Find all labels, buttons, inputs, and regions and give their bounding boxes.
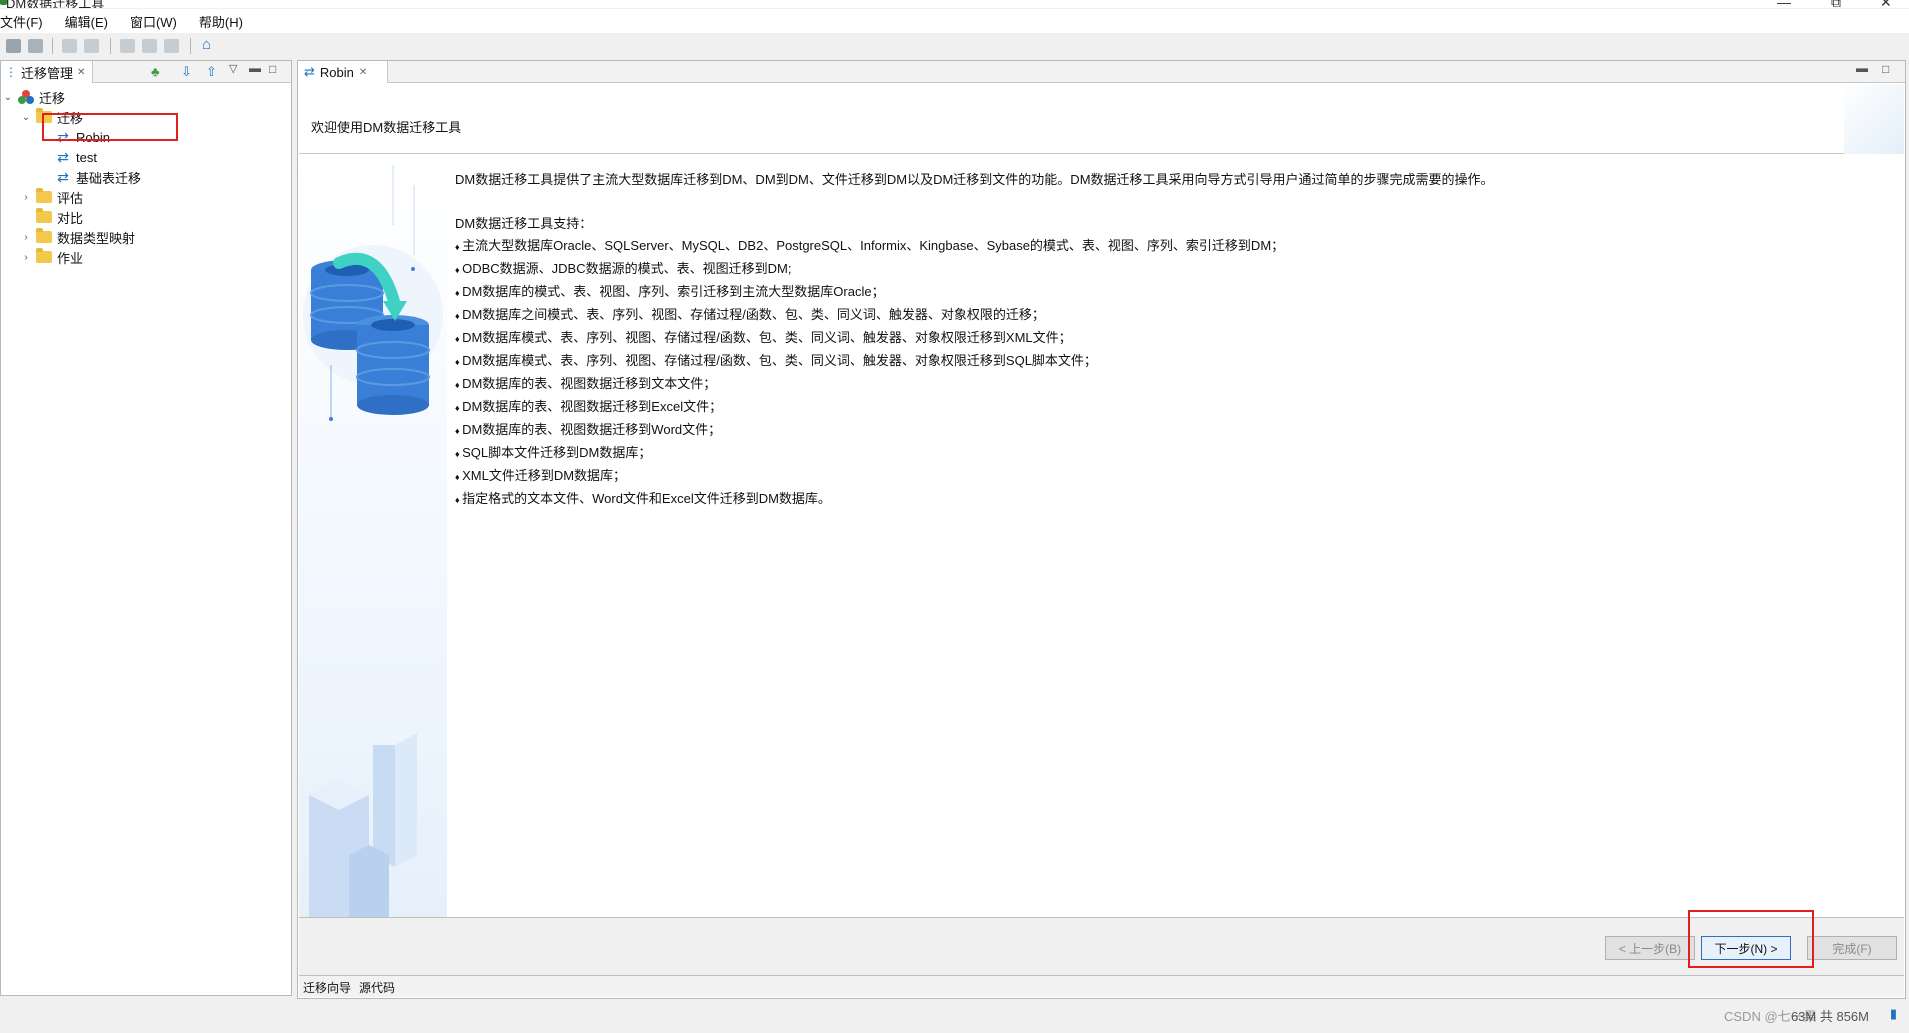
banner-decoration [1844, 84, 1904, 154]
panel-header: ⋮ 迁移管理 ✕ ♣ ⇩ ⇧ ▽ ▬ □ [1, 61, 291, 83]
migration-swap-icon: ⇄ [57, 168, 69, 185]
minimize-panel-icon[interactable]: ▬ [1856, 61, 1868, 75]
tree-item-base-table[interactable]: ⇄ 基础表迁移 [55, 168, 141, 186]
save-all-icon[interactable] [28, 39, 43, 53]
tree-item-label: test [76, 149, 97, 165]
migration-manager-panel: ⋮ 迁移管理 ✕ ♣ ⇩ ⇧ ▽ ▬ □ ⌄ 迁移 ⌄ 迁移 ⇄ Robin ⇄… [0, 60, 292, 996]
wizard-button-bar: < 上一步(B) 下一步(N) > 完成(F) [299, 917, 1904, 975]
trash-icon[interactable]: ▮ [1890, 1006, 1897, 1022]
tab-migration-manager[interactable]: ⋮ 迁移管理 ✕ [1, 61, 93, 83]
home-icon[interactable]: ⌂ [202, 36, 217, 53]
tab-robin[interactable]: ⇄ Robin ✕ [298, 61, 388, 83]
tree-folder-type-mapping[interactable]: › 数据类型映射 [21, 228, 135, 246]
chevron-down-icon[interactable]: ⌄ [21, 112, 31, 123]
copy-icon[interactable] [142, 39, 157, 53]
list-item: DM数据库模式、表、序列、视图、存储过程/函数、包、类、同义词、触发器、对象权限… [455, 327, 1895, 350]
migration-root-icon [18, 90, 34, 104]
tab-label: 迁移管理 [21, 65, 74, 81]
database-migration-illustration [303, 165, 443, 917]
list-item: DM数据库之间模式、表、序列、视图、存储过程/函数、包、类、同义词、触发器、对象… [455, 304, 1895, 327]
project-icon[interactable]: ♣ [151, 64, 160, 79]
feature-list: 主流大型数据库Oracle、SQLServer、MySQL、DB2、Postgr… [455, 235, 1895, 511]
tree-item-label: 基础表迁移 [76, 170, 142, 186]
tree-item-test[interactable]: ⇄ test [55, 148, 97, 166]
list-item: XML文件迁移到DM数据库； [455, 465, 1895, 488]
view-menu-icon[interactable]: ▽ [229, 62, 237, 75]
tab-source-code[interactable]: 源代码 [359, 979, 395, 996]
list-item: DM数据库的模式、表、视图、序列、索引迁移到主流大型数据库Oracle； [455, 281, 1895, 304]
folder-icon [36, 188, 52, 203]
status-bar: CSDN @七一果 63M 共 856M ▮ [0, 1000, 1909, 1033]
tree-folder-jobs[interactable]: › 作业 [21, 248, 83, 266]
chevron-right-icon[interactable]: › [21, 192, 31, 203]
menu-window[interactable]: 窗口(W) [130, 12, 177, 31]
window-title: DM数据迁移工具 [6, 0, 105, 8]
list-item: ODBC数据源、JDBC数据源的模式、表、视图迁移到DM; [455, 258, 1895, 281]
list-item: DM数据库的表、视图数据迁移到Word文件； [455, 419, 1895, 442]
title-bar: DM数据迁移工具 — ⧉ ✕ [0, 0, 1909, 8]
import-icon[interactable]: ⇩ [181, 64, 192, 80]
memory-usage: 63M 共 856M [1790, 1009, 1869, 1024]
tree-root-migration[interactable]: ⌄ 迁移 [3, 88, 65, 106]
finish-button[interactable]: 完成(F) [1807, 936, 1897, 960]
editor-header: ⇄ Robin ✕ ▬ □ [298, 61, 1905, 83]
maximize-panel-icon[interactable]: □ [269, 62, 276, 76]
close-tab-icon[interactable]: ✕ [359, 67, 367, 78]
chevron-right-icon[interactable]: › [21, 252, 31, 263]
toolbar: ⌂ [0, 33, 1909, 59]
menu-file[interactable]: 文件(F) [0, 12, 43, 31]
support-title: DM数据迁移工具支持： [455, 216, 593, 231]
folder-icon [36, 208, 52, 223]
editor-bottom-tabs: 迁移向导 源代码 [299, 975, 1904, 997]
list-item: 指定格式的文本文件、Word文件和Excel文件迁移到DM数据库。 [455, 488, 1895, 511]
tree-view-icon: ⋮ [5, 65, 17, 79]
tree-folder-label: 评估 [57, 190, 84, 206]
tree-folder-label: 对比 [57, 210, 84, 226]
welcome-title: 欢迎使用DM数据迁移工具 [311, 120, 462, 135]
robin-highlight-box [42, 113, 178, 141]
intro-text: DM数据迁移工具提供了主流大型数据库迁移到DM、DM到DM、文件迁移到DM以及D… [455, 172, 1494, 187]
list-item: DM数据库的表、视图数据迁移到文本文件； [455, 373, 1895, 396]
migration-swap-icon: ⇄ [304, 64, 315, 79]
maximize-panel-icon[interactable]: □ [1882, 62, 1889, 76]
tree-folder-evaluate[interactable]: › 评估 [21, 188, 83, 206]
redo-icon[interactable] [84, 39, 99, 53]
menu-bar: 文件(F) 编辑(E) 窗口(W) 帮助(H) [0, 9, 1909, 33]
menu-help[interactable]: 帮助(H) [199, 12, 243, 31]
tab-migration-wizard[interactable]: 迁移向导 [303, 979, 351, 996]
tree-folder-compare[interactable]: 对比 [21, 208, 83, 226]
tree-folder-label: 数据类型映射 [57, 230, 136, 246]
folder-icon [36, 228, 52, 243]
tab-label: Robin [319, 64, 354, 80]
next-highlight-box [1688, 910, 1814, 968]
folder-icon [36, 248, 52, 263]
list-item: 主流大型数据库Oracle、SQLServer、MySQL、DB2、Postgr… [455, 235, 1895, 258]
close-icon[interactable]: ✕ [1880, 0, 1892, 8]
tree-folder-label: 作业 [57, 250, 84, 266]
save-icon[interactable] [6, 39, 21, 53]
minimize-panel-icon[interactable]: ▬ [249, 61, 261, 75]
undo-icon[interactable] [62, 39, 77, 53]
wizard-illustration [299, 155, 447, 917]
menu-edit[interactable]: 编辑(E) [65, 12, 108, 31]
tree-root-label: 迁移 [39, 90, 66, 106]
cut-icon[interactable] [120, 39, 135, 53]
paste-icon[interactable] [164, 39, 179, 53]
list-item: DM数据库模式、表、序列、视图、存储过程/函数、包、类、同义词、触发器、对象权限… [455, 350, 1895, 373]
editor-panel: ⇄ Robin ✕ ▬ □ 欢迎使用DM数据迁移工具 DM数据迁移工具提供了主流… [297, 60, 1906, 999]
maximize-icon[interactable]: ⧉ [1831, 0, 1841, 8]
migration-swap-icon: ⇄ [57, 148, 69, 165]
close-tab-icon[interactable]: ✕ [77, 67, 85, 78]
list-item: SQL脚本文件迁移到DM数据库； [455, 442, 1895, 465]
wizard-description: DM数据迁移工具提供了主流大型数据库迁移到DM、DM到DM、文件迁移到DM以及D… [455, 161, 1895, 511]
list-item: DM数据库的表、视图数据迁移到Excel文件； [455, 396, 1895, 419]
chevron-right-icon[interactable]: › [21, 232, 31, 243]
welcome-banner: 欢迎使用DM数据迁移工具 [299, 84, 1904, 154]
back-button[interactable]: < 上一步(B) [1605, 936, 1695, 960]
minimize-icon[interactable]: — [1777, 0, 1791, 8]
export-icon[interactable]: ⇧ [206, 64, 217, 80]
chevron-down-icon[interactable]: ⌄ [3, 92, 13, 103]
